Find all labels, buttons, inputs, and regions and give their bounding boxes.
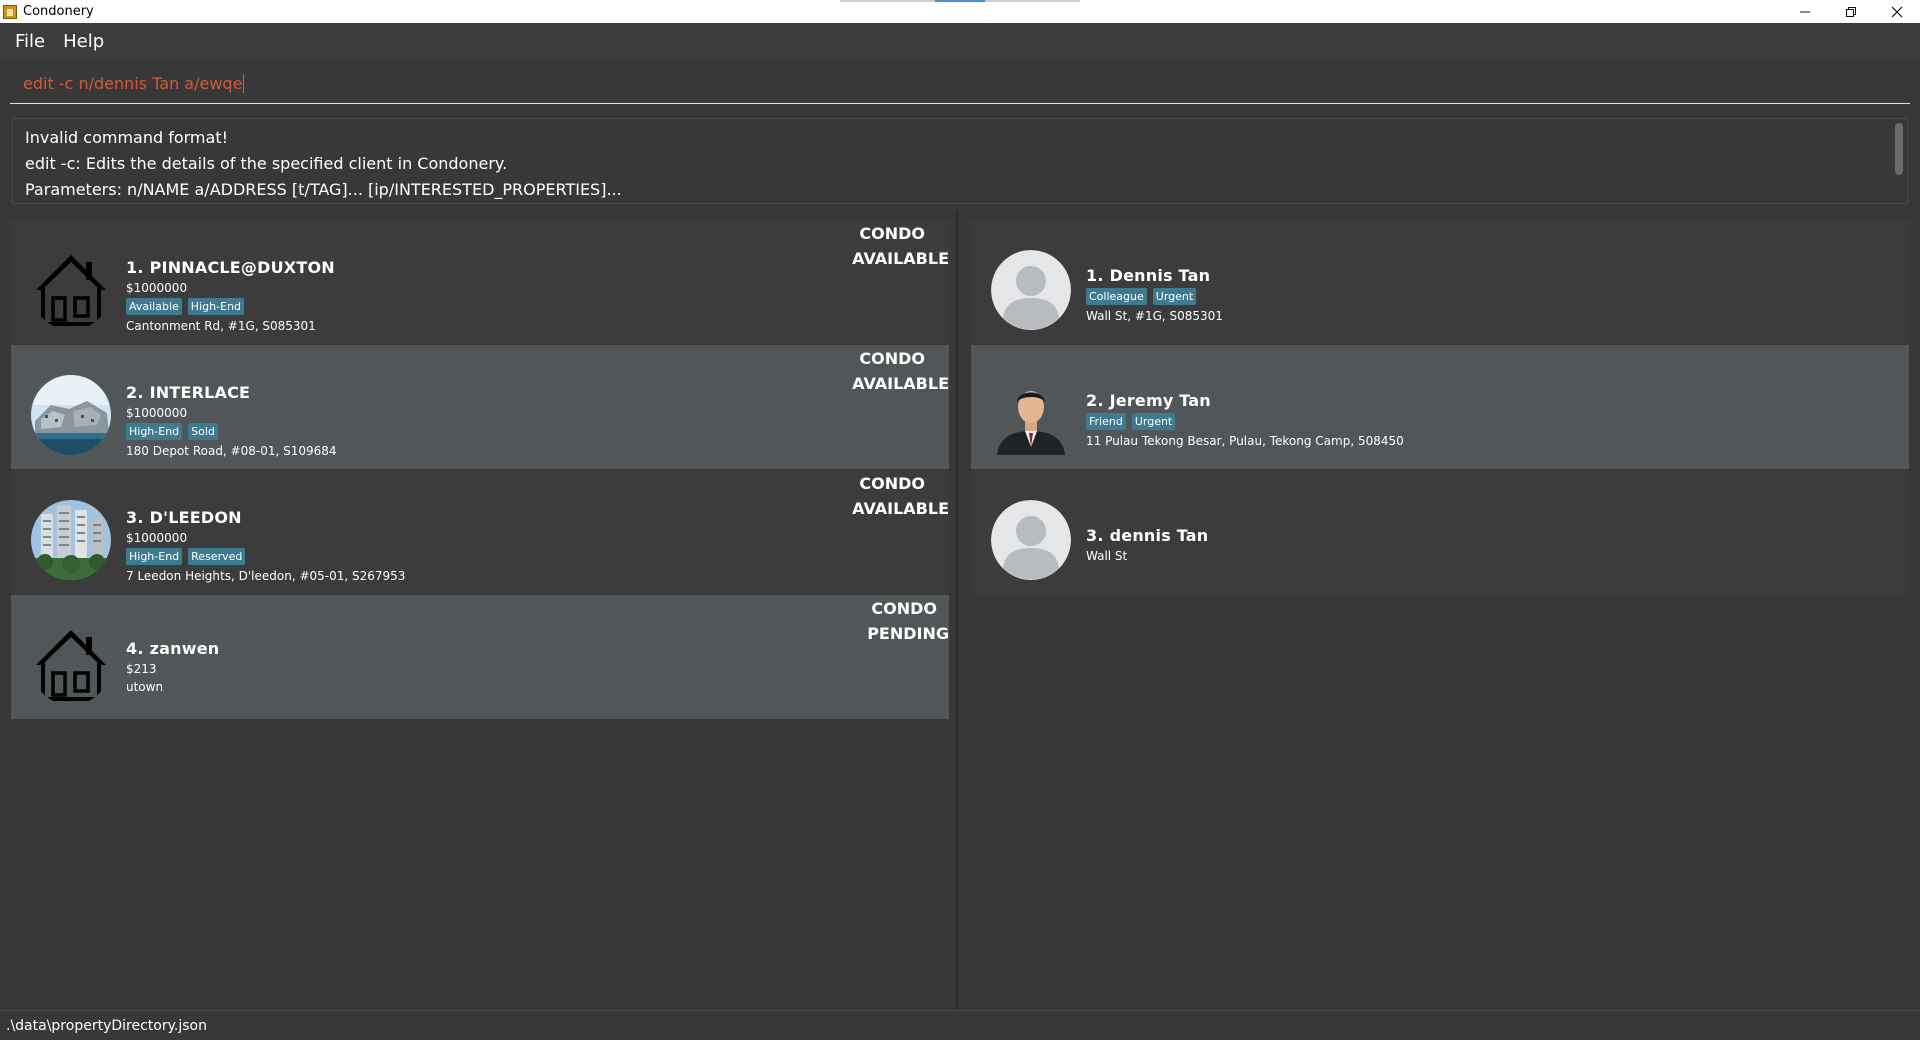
client-name: 1. Dennis Tan bbox=[1086, 266, 1211, 285]
property-card[interactable]: 3. D'LEEDON $1000000 High-End Reserved 7 … bbox=[11, 470, 949, 594]
property-type: CONDO bbox=[859, 224, 925, 243]
default-avatar-icon bbox=[991, 500, 1071, 580]
default-avatar-icon bbox=[991, 250, 1071, 330]
property-price: $1000000 bbox=[126, 406, 188, 420]
property-name: 3. D'LEEDON bbox=[126, 508, 242, 527]
tag: Reserved bbox=[188, 548, 246, 565]
client-name: 2. Jeremy Tan bbox=[1086, 391, 1211, 410]
title-bar: Condonery bbox=[0, 0, 1920, 23]
window-controls bbox=[1782, 0, 1920, 23]
property-status: CONDO AVAILABLE bbox=[852, 345, 949, 396]
tower-photo bbox=[31, 500, 111, 580]
property-availability: PENDING bbox=[867, 624, 949, 643]
client-card[interactable]: 1. Dennis Tan Colleague Urgent Wall St, #… bbox=[971, 220, 1909, 344]
property-address: utown bbox=[126, 680, 164, 694]
tag: Friend bbox=[1086, 413, 1126, 430]
tag: High-End bbox=[126, 548, 183, 565]
tag: Sold bbox=[188, 423, 218, 440]
taskbar-indicator bbox=[840, 0, 935, 2]
close-icon bbox=[1891, 6, 1903, 17]
house-icon bbox=[31, 625, 111, 705]
text-caret bbox=[243, 74, 245, 93]
restore-button[interactable] bbox=[1828, 0, 1874, 23]
save-location: .\data\propertyDirectory.json bbox=[6, 1017, 207, 1034]
property-address: 180 Depot Road, #08-01, S109684 bbox=[126, 444, 337, 458]
property-status: CONDO AVAILABLE bbox=[852, 220, 949, 271]
status-bar: .\data\propertyDirectory.json bbox=[0, 1010, 1920, 1040]
minimize-icon bbox=[1800, 11, 1810, 12]
taskbar-indicator-active bbox=[935, 0, 985, 2]
property-price: $1000000 bbox=[126, 281, 188, 295]
property-card[interactable]: 2. INTERLACE $1000000 High-End Sold 180 D… bbox=[11, 345, 949, 469]
property-price: $1000000 bbox=[126, 531, 188, 545]
property-address: Cantonment Rd, #1G, S085301 bbox=[126, 319, 316, 333]
property-list-panel: 1. PINNACLE@DUXTON $1000000 Available Hig… bbox=[0, 210, 958, 1010]
property-name: 4. zanwen bbox=[126, 639, 220, 658]
property-status: CONDO PENDING bbox=[867, 595, 949, 646]
property-type: CONDO bbox=[871, 599, 937, 618]
tag: Colleague bbox=[1086, 288, 1147, 305]
client-list-panel: 1. Dennis Tan Colleague Urgent Wall St, #… bbox=[960, 210, 1920, 1010]
app-icon bbox=[3, 4, 17, 19]
building-photo bbox=[31, 375, 111, 455]
house-icon bbox=[31, 250, 111, 330]
client-address: Wall St bbox=[1086, 549, 1128, 563]
property-address: 7 Leedon Heights, D'leedon, #05-01, S267… bbox=[126, 569, 406, 583]
client-address: 11 Pulau Tekong Besar, Pulau, Tekong Cam… bbox=[1086, 434, 1404, 448]
result-line: edit -c: Edits the details of the specif… bbox=[25, 154, 508, 173]
property-status: CONDO AVAILABLE bbox=[852, 470, 949, 521]
menu-bar: File Help bbox=[0, 23, 1920, 59]
minimize-button[interactable] bbox=[1782, 0, 1828, 23]
tag: Urgent bbox=[1131, 413, 1176, 430]
result-scrollbar[interactable] bbox=[1895, 123, 1903, 175]
client-card[interactable]: 2. Jeremy Tan Friend Urgent 11 Pulau Teko… bbox=[971, 345, 1909, 469]
property-card[interactable]: 1. PINNACLE@DUXTON $1000000 Available Hig… bbox=[11, 220, 949, 344]
property-type: CONDO bbox=[859, 474, 925, 493]
menu-file[interactable]: File bbox=[6, 31, 54, 52]
property-name: 1. PINNACLE@DUXTON bbox=[126, 258, 335, 277]
tag: High-End bbox=[187, 298, 244, 315]
tag: High-End bbox=[126, 423, 183, 440]
property-availability: AVAILABLE bbox=[852, 249, 949, 268]
close-button[interactable] bbox=[1874, 0, 1920, 23]
property-availability: AVAILABLE bbox=[852, 499, 949, 518]
property-price: $213 bbox=[126, 662, 157, 676]
tag: Available bbox=[126, 298, 182, 315]
property-name: 2. INTERLACE bbox=[126, 383, 251, 402]
client-address: Wall St, #1G, S085301 bbox=[1086, 309, 1223, 323]
client-name: 3. dennis Tan bbox=[1086, 526, 1209, 545]
menu-help[interactable]: Help bbox=[54, 31, 113, 52]
property-card[interactable]: 4. zanwen $213 utown CONDO PENDING bbox=[11, 595, 949, 719]
command-text: edit -c n/dennis Tan a/ewqe bbox=[23, 74, 243, 93]
result-line: Parameters: n/NAME a/ADDRESS [t/TAG]... … bbox=[25, 180, 622, 199]
person-photo bbox=[991, 375, 1071, 455]
taskbar-indicator bbox=[985, 0, 1080, 2]
tag: Urgent bbox=[1152, 288, 1197, 305]
command-input[interactable]: edit -c n/dennis Tan a/ewqe bbox=[10, 64, 1910, 104]
property-type: CONDO bbox=[859, 349, 925, 368]
result-line: Invalid command format! bbox=[25, 128, 229, 147]
restore-icon bbox=[1846, 6, 1856, 17]
client-card[interactable]: 3. dennis Tan Wall St bbox=[971, 470, 1909, 594]
property-availability: AVAILABLE bbox=[852, 374, 949, 393]
result-display[interactable]: Invalid command format! edit -c: Edits t… bbox=[12, 118, 1908, 204]
window-title: Condonery bbox=[23, 4, 94, 19]
